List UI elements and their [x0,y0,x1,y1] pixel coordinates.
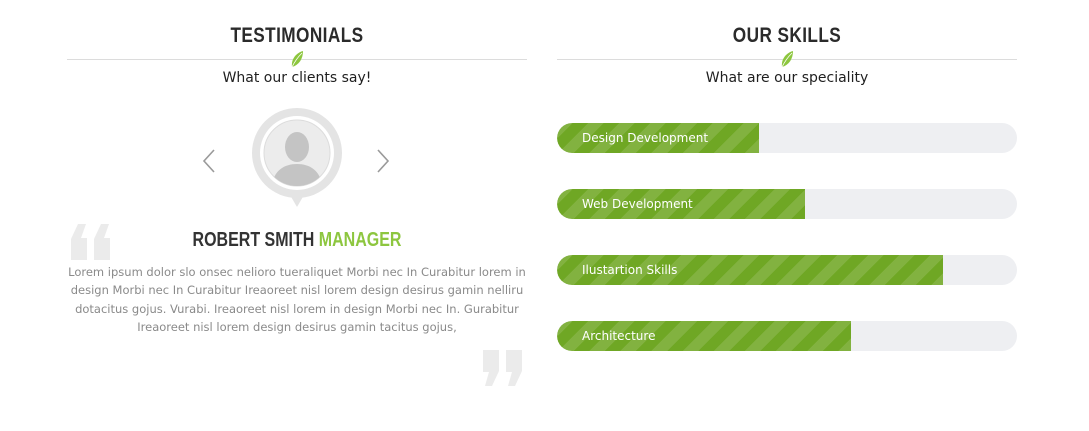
testimonials-subtitle: What our clients say! [222,70,372,86]
author-role: MANAGER [318,229,402,251]
skill-bar-web-development: Web Development [557,189,1017,219]
leaf-icon [781,51,793,68]
skill-bar-design-development: Design Development [557,123,1017,153]
author-name: ROBERT SMITH [192,229,315,251]
skill-label: Web Development [582,197,693,211]
testimonial-author: ROBERT SMITH MANAGER [113,229,481,252]
quote-close-icon [483,350,522,386]
skill-label: Ilustartion Skills [582,263,678,277]
skills-section: OUR SKILLS What are our speciality Desig… [557,0,1017,431]
chevron-left-icon[interactable] [201,148,217,174]
testimonial-text: Lorem ipsum dolor slo onsec nelioro tuer… [68,265,526,334]
leaf-icon [291,51,303,68]
skill-bar-illustration-skills: Ilustartion Skills [557,255,1017,285]
skills-title: OUR SKILLS [732,24,842,47]
testimonials-section: TESTIMONIALS What our clients say! ROBER… [67,0,527,431]
user-placeholder-icon [252,108,342,207]
skill-bar-architecture: Architecture [557,321,1017,351]
testimonials-title: TESTIMONIALS [230,24,364,47]
skill-label: Design Development [582,131,709,145]
skill-label: Architecture [582,329,656,343]
chevron-right-icon[interactable] [375,148,391,174]
quote-open-icon [71,224,110,260]
skills-subtitle: What are our speciality [705,70,869,86]
